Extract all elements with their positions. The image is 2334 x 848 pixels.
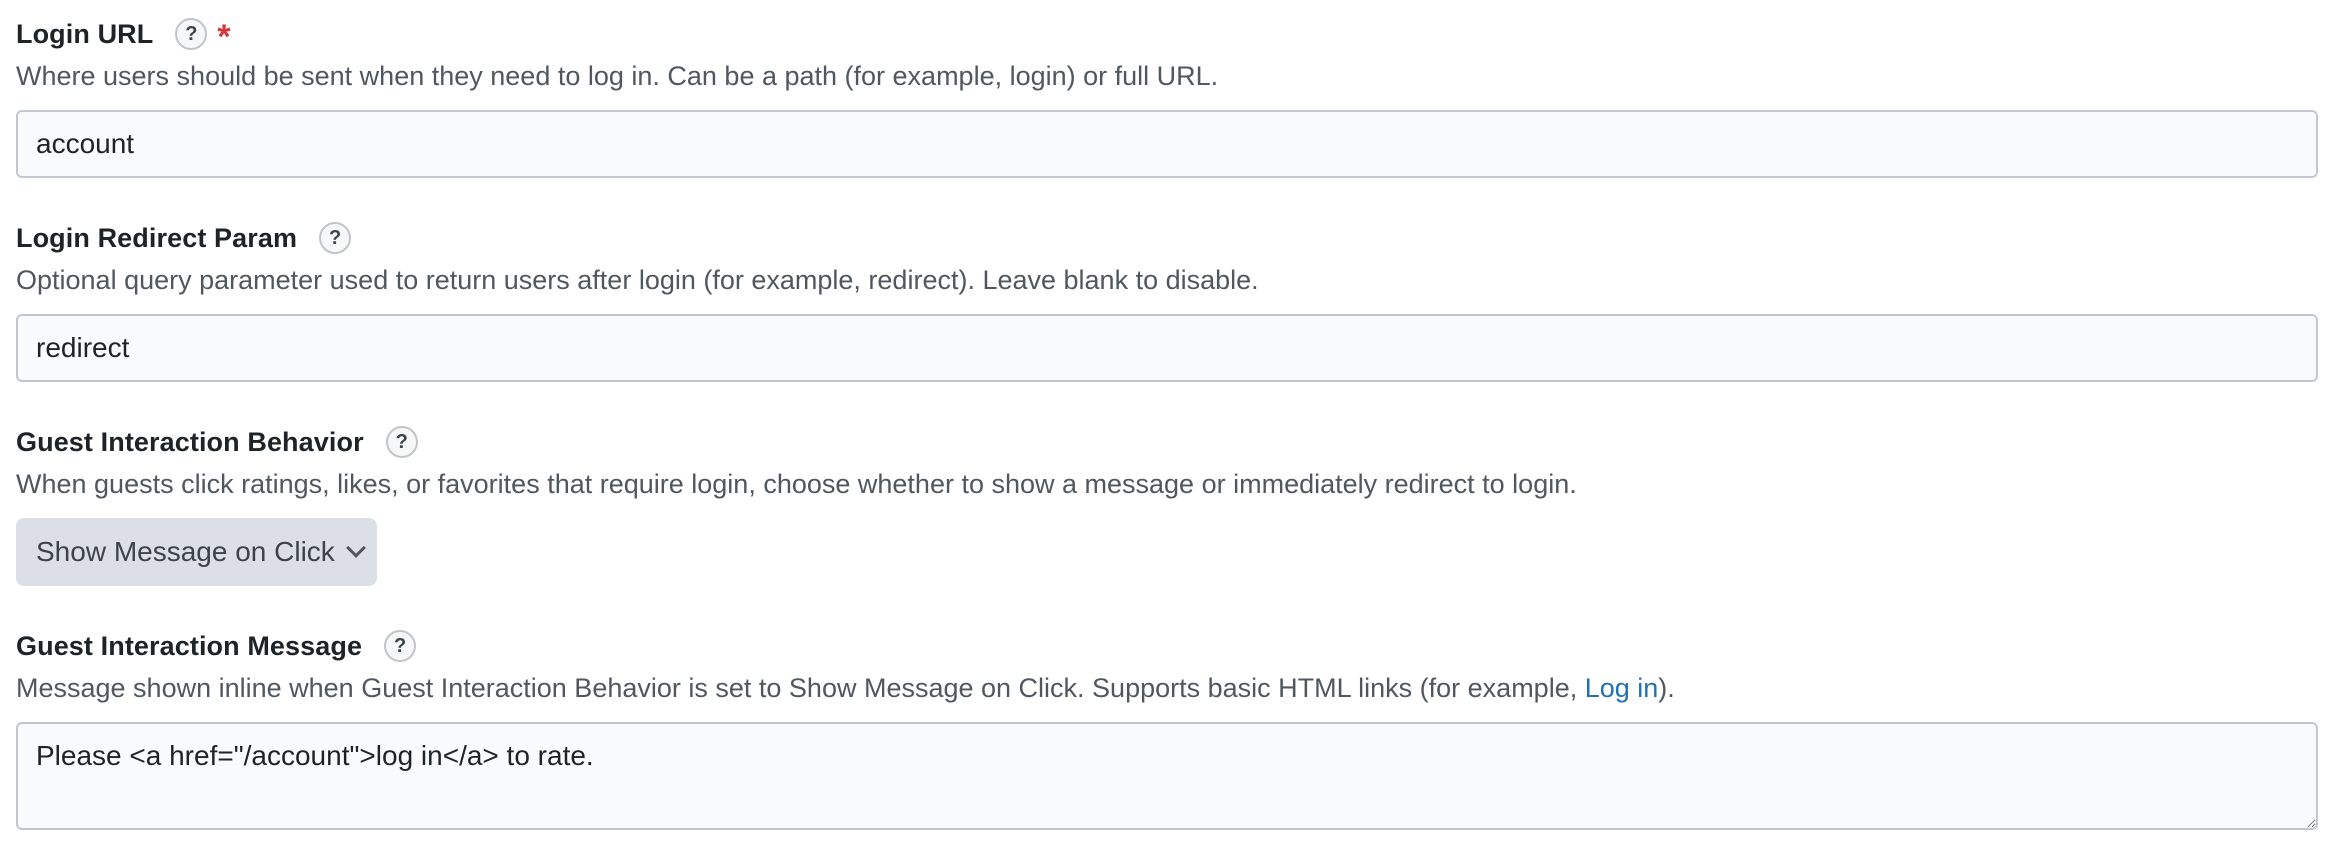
log-in-link[interactable]: Log in xyxy=(1585,673,1659,703)
guest-interaction-behavior-selected: Show Message on Click xyxy=(36,536,335,567)
login-url-description: Where users should be sent when they nee… xyxy=(16,61,1219,91)
login-redirect-param-label-row: Login Redirect Param ? xyxy=(16,218,2318,258)
guest-interaction-message-label-row: Guest Interaction Message ? xyxy=(16,626,2318,666)
guest-interaction-behavior-description: When guests click ratings, likes, or fav… xyxy=(16,469,1577,499)
guest-interaction-message-field: Guest Interaction Message ? Message show… xyxy=(16,626,2318,830)
chevron-down-icon xyxy=(345,538,366,558)
login-url-input[interactable] xyxy=(16,110,2318,178)
help-icon[interactable]: ? xyxy=(319,222,352,254)
guest-interaction-behavior-select[interactable]: Show Message on Click xyxy=(16,518,377,586)
guest-interaction-message-textarea[interactable]: Please <a href="/account">log in</a> to … xyxy=(16,722,2318,830)
login-redirect-param-description: Optional query parameter used to return … xyxy=(16,265,1259,295)
login-redirect-param-label: Login Redirect Param xyxy=(16,222,298,253)
help-icon[interactable]: ? xyxy=(384,630,417,662)
help-icon[interactable]: ? xyxy=(385,426,418,458)
login-url-label-row: Login URL ? * xyxy=(16,14,2318,54)
guest-interaction-behavior-field: Guest Interaction Behavior ? When guests… xyxy=(16,422,2318,586)
guest-interaction-behavior-label: Guest Interaction Behavior xyxy=(16,426,364,457)
login-redirect-param-input[interactable] xyxy=(16,314,2318,382)
guest-interaction-message-description: Message shown inline when Guest Interact… xyxy=(16,668,2318,708)
guest-interaction-behavior-label-row: Guest Interaction Behavior ? xyxy=(16,422,2318,462)
guest-interaction-message-description-end: ). xyxy=(1658,673,1675,703)
help-icon[interactable]: ? xyxy=(175,18,208,50)
guest-interaction-message-description-text: Message shown inline when Guest Interact… xyxy=(16,673,1585,703)
required-asterisk-icon: * xyxy=(217,18,231,56)
login-url-field: Login URL ? * Where users should be sent… xyxy=(16,14,2318,178)
login-redirect-param-field: Login Redirect Param ? Optional query pa… xyxy=(16,218,2318,382)
login-url-label: Login URL xyxy=(16,18,154,49)
guest-interaction-message-label: Guest Interaction Message xyxy=(16,630,363,661)
